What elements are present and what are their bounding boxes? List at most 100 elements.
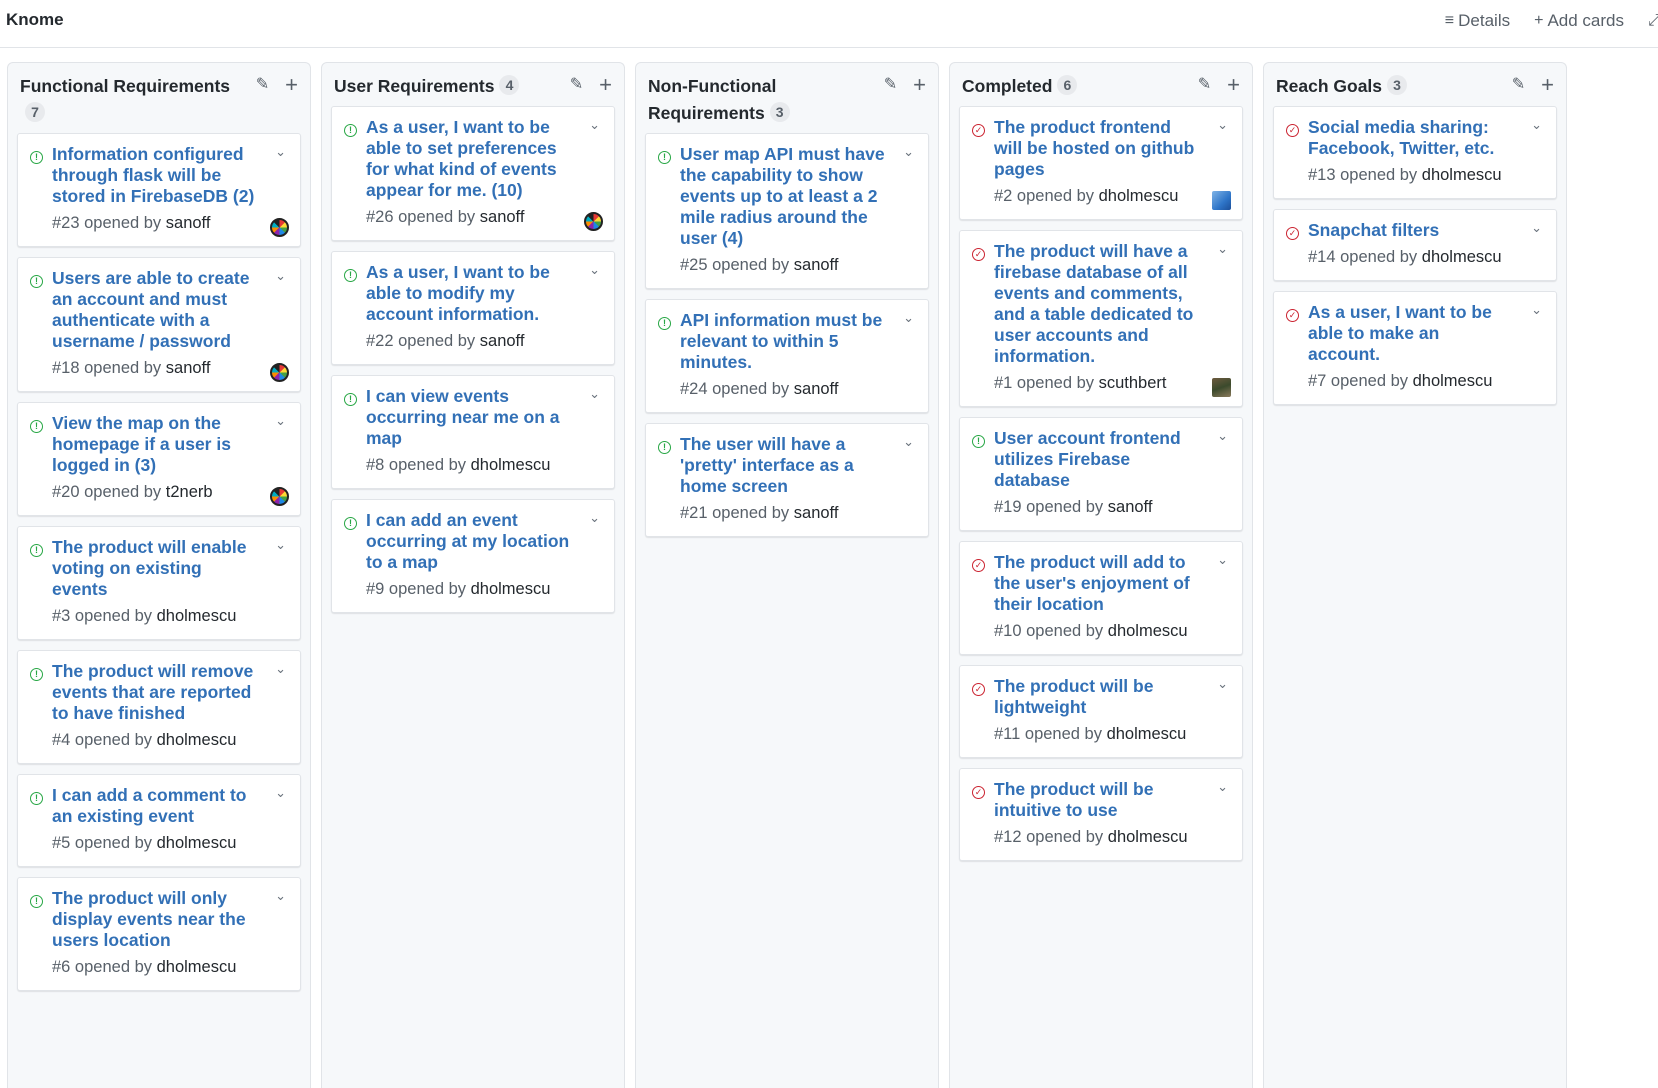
issue-title-link[interactable]: I can add an event occurring at my locat…	[366, 510, 574, 573]
issue-title-link[interactable]: As a user, I want to be able to make an …	[1308, 302, 1516, 365]
issue-author-link[interactable]: dholmescu	[157, 834, 237, 852]
issue-author-link[interactable]: dholmescu	[1108, 622, 1188, 640]
issue-author-link[interactable]: dholmescu	[1108, 828, 1188, 846]
issue-card[interactable]: ! The product will only display events ne…	[17, 877, 301, 991]
chevron-down-icon[interactable]: ⌄	[275, 537, 286, 553]
issue-author-link[interactable]: sanoff	[480, 332, 525, 350]
issue-title-link[interactable]: API information must be relevant to with…	[680, 310, 888, 373]
add-cards-button[interactable]: + Add cards	[1534, 11, 1624, 31]
issue-author-link[interactable]: sanoff	[1108, 498, 1153, 516]
issue-title-link[interactable]: The product will remove events that are …	[52, 661, 260, 724]
chevron-down-icon[interactable]: ⌄	[903, 434, 914, 450]
issue-card[interactable]: ✓ The product will have a firebase databa…	[959, 230, 1243, 407]
issue-title-link[interactable]: The product will have a firebase databas…	[994, 241, 1202, 367]
issue-title-link[interactable]: User map API must have the capability to…	[680, 144, 888, 249]
avatar[interactable]	[270, 487, 289, 506]
edit-column-pencil-icon[interactable]: ✎	[256, 75, 269, 95]
chevron-down-icon[interactable]: ⌄	[1217, 117, 1228, 133]
chevron-down-icon[interactable]: ⌄	[275, 661, 286, 677]
issue-title-link[interactable]: The product will only display events nea…	[52, 888, 260, 951]
chevron-down-icon[interactable]: ⌄	[589, 386, 600, 402]
issue-card[interactable]: ! Users are able to create an account and…	[17, 257, 301, 392]
chevron-down-icon[interactable]: ⌄	[1217, 676, 1228, 692]
issue-title-link[interactable]: The product will be intuitive to use	[994, 779, 1202, 821]
issue-title-link[interactable]: View the map on the homepage if a user i…	[52, 413, 260, 476]
edit-column-pencil-icon[interactable]: ✎	[1512, 75, 1525, 95]
issue-card[interactable]: ✓ The product will be lightweight #11 open…	[959, 665, 1243, 758]
issue-author-link[interactable]: dholmescu	[157, 958, 237, 976]
details-button[interactable]: ≡ Details	[1445, 11, 1510, 31]
issue-author-link[interactable]: dholmescu	[157, 731, 237, 749]
add-card-plus-icon[interactable]: +	[1541, 74, 1554, 96]
edit-column-pencil-icon[interactable]: ✎	[1198, 75, 1211, 95]
issue-card[interactable]: ✓ Social media sharing: Facebook, Twitter…	[1273, 106, 1557, 199]
issue-card[interactable]: ! As a user, I want to be able to modify …	[331, 251, 615, 365]
issue-author-link[interactable]: dholmescu	[1099, 187, 1179, 205]
chevron-down-icon[interactable]: ⌄	[1531, 117, 1542, 133]
issue-author-link[interactable]: sanoff	[794, 380, 839, 398]
issue-card[interactable]: ! I can view events occurring near me on …	[331, 375, 615, 489]
issue-author-link[interactable]: dholmescu	[157, 607, 237, 625]
issue-card[interactable]: ✓ The product will be intuitive to use #12…	[959, 768, 1243, 861]
chevron-down-icon[interactable]: ⌄	[1217, 779, 1228, 795]
fullscreen-button[interactable]: ⤢	[1648, 12, 1658, 30]
issue-author-link[interactable]: sanoff	[166, 359, 211, 377]
issue-title-link[interactable]: The product frontend will be hosted on g…	[994, 117, 1202, 180]
issue-card[interactable]: ! The product will enable voting on exist…	[17, 526, 301, 640]
avatar[interactable]	[584, 212, 603, 231]
issue-title-link[interactable]: As a user, I want to be able to modify m…	[366, 262, 574, 325]
issue-card[interactable]: ! As a user, I want to be able to set pre…	[331, 106, 615, 241]
avatar[interactable]	[1212, 378, 1231, 397]
issue-title-link[interactable]: The user will have a 'pretty' interface …	[680, 434, 888, 497]
issue-author-link[interactable]: dholmescu	[471, 456, 551, 474]
chevron-down-icon[interactable]: ⌄	[903, 310, 914, 326]
issue-card[interactable]: ✓ The product will add to the user's enjo…	[959, 541, 1243, 655]
issue-author-link[interactable]: sanoff	[480, 208, 525, 226]
issue-card[interactable]: ✓ As a user, I want to be able to make an…	[1273, 291, 1557, 405]
issue-card[interactable]: ! View the map on the homepage if a user …	[17, 402, 301, 516]
issue-card[interactable]: ! User account frontend utilizes Firebase…	[959, 417, 1243, 531]
issue-title-link[interactable]: Users are able to create an account and …	[52, 268, 260, 352]
chevron-down-icon[interactable]: ⌄	[275, 268, 286, 284]
chevron-down-icon[interactable]: ⌄	[1217, 428, 1228, 444]
issue-author-link[interactable]: sanoff	[166, 214, 211, 232]
issue-author-link[interactable]: dholmescu	[1107, 725, 1187, 743]
chevron-down-icon[interactable]: ⌄	[903, 144, 914, 160]
chevron-down-icon[interactable]: ⌄	[275, 888, 286, 904]
issue-title-link[interactable]: The product will be lightweight	[994, 676, 1202, 718]
issue-title-link[interactable]: User account frontend utilizes Firebase …	[994, 428, 1202, 491]
issue-author-link[interactable]: dholmescu	[1422, 248, 1502, 266]
avatar[interactable]	[270, 218, 289, 237]
edit-column-pencil-icon[interactable]: ✎	[884, 75, 897, 95]
issue-title-link[interactable]: I can view events occurring near me on a…	[366, 386, 574, 449]
chevron-down-icon[interactable]: ⌄	[589, 262, 600, 278]
avatar[interactable]	[1212, 191, 1231, 210]
chevron-down-icon[interactable]: ⌄	[275, 413, 286, 429]
issue-card[interactable]: ! I can add an event occurring at my loca…	[331, 499, 615, 613]
issue-author-link[interactable]: t2nerb	[166, 483, 213, 501]
issue-card[interactable]: ! The product will remove events that are…	[17, 650, 301, 764]
chevron-down-icon[interactable]: ⌄	[589, 117, 600, 133]
issue-card[interactable]: ! Information configured through flask wi…	[17, 133, 301, 247]
chevron-down-icon[interactable]: ⌄	[275, 785, 286, 801]
issue-author-link[interactable]: dholmescu	[1413, 372, 1493, 390]
chevron-down-icon[interactable]: ⌄	[1531, 302, 1542, 318]
chevron-down-icon[interactable]: ⌄	[1217, 241, 1228, 257]
issue-title-link[interactable]: Social media sharing: Facebook, Twitter,…	[1308, 117, 1516, 159]
issue-card[interactable]: ✓ The product frontend will be hosted on …	[959, 106, 1243, 220]
issue-title-link[interactable]: I can add a comment to an existing event	[52, 785, 260, 827]
issue-card[interactable]: ! The user will have a 'pretty' interface…	[645, 423, 929, 537]
issue-author-link[interactable]: dholmescu	[1422, 166, 1502, 184]
issue-author-link[interactable]: dholmescu	[471, 580, 551, 598]
issue-title-link[interactable]: Information configured through flask wil…	[52, 144, 260, 207]
add-card-plus-icon[interactable]: +	[913, 74, 926, 96]
issue-title-link[interactable]: As a user, I want to be able to set pref…	[366, 117, 574, 201]
issue-title-link[interactable]: The product will enable voting on existi…	[52, 537, 260, 600]
chevron-down-icon[interactable]: ⌄	[1531, 220, 1542, 236]
issue-card[interactable]: ! I can add a comment to an existing even…	[17, 774, 301, 867]
chevron-down-icon[interactable]: ⌄	[589, 510, 600, 526]
issue-author-link[interactable]: sanoff	[794, 504, 839, 522]
issue-card[interactable]: ✓ Snapchat filters #14 opened by dholmescu…	[1273, 209, 1557, 281]
issue-author-link[interactable]: sanoff	[794, 256, 839, 274]
chevron-down-icon[interactable]: ⌄	[1217, 552, 1228, 568]
